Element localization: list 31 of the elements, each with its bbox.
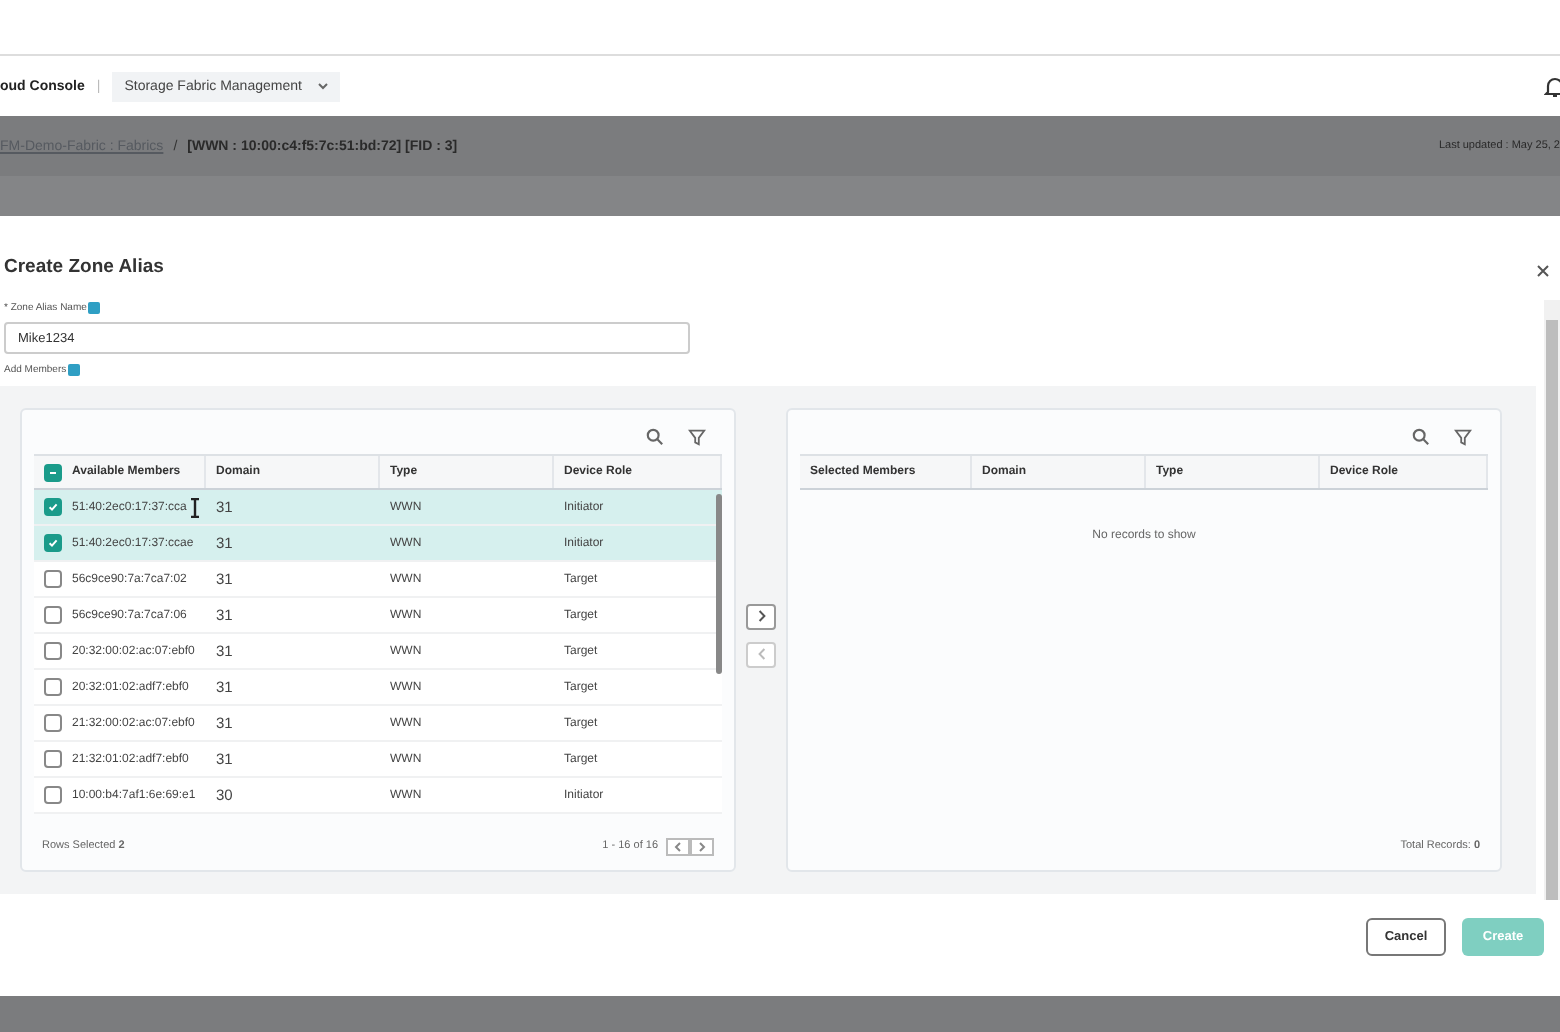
chevron-right-icon bbox=[757, 610, 765, 622]
scrollbar[interactable] bbox=[1544, 300, 1560, 900]
row-checkbox[interactable] bbox=[44, 606, 62, 624]
remove-button[interactable] bbox=[746, 641, 776, 667]
search-icon[interactable] bbox=[1412, 427, 1430, 445]
minus-icon bbox=[48, 467, 58, 477]
chevron-right-icon bbox=[698, 841, 706, 851]
help-icon[interactable] bbox=[88, 302, 101, 314]
row-checkbox[interactable] bbox=[44, 498, 62, 516]
row-checkbox[interactable] bbox=[44, 750, 62, 768]
previous-page-button[interactable] bbox=[666, 837, 690, 855]
next-page-button[interactable] bbox=[690, 837, 714, 855]
search-icon[interactable] bbox=[646, 427, 664, 445]
dialog-title: Create Zone Alias bbox=[4, 256, 164, 282]
scrollbar[interactable] bbox=[716, 494, 722, 674]
chevron-left-icon bbox=[674, 841, 682, 851]
help-icon[interactable] bbox=[68, 364, 81, 376]
text-cursor-icon bbox=[190, 498, 200, 518]
row-checkbox[interactable] bbox=[44, 534, 62, 552]
row-checkbox[interactable] bbox=[44, 642, 62, 660]
row-checkbox[interactable] bbox=[44, 786, 62, 804]
filter-icon[interactable] bbox=[1454, 427, 1472, 445]
row-checkbox[interactable] bbox=[44, 678, 62, 696]
bell-icon[interactable] bbox=[1544, 75, 1560, 97]
row-checkbox[interactable] bbox=[44, 714, 62, 732]
add-button[interactable] bbox=[746, 603, 776, 629]
chevron-left-icon bbox=[757, 648, 765, 660]
caret-icon bbox=[317, 82, 328, 90]
row-checkbox[interactable] bbox=[44, 570, 62, 588]
select-all-checkbox[interactable] bbox=[44, 463, 62, 481]
filter-icon[interactable] bbox=[688, 427, 706, 445]
